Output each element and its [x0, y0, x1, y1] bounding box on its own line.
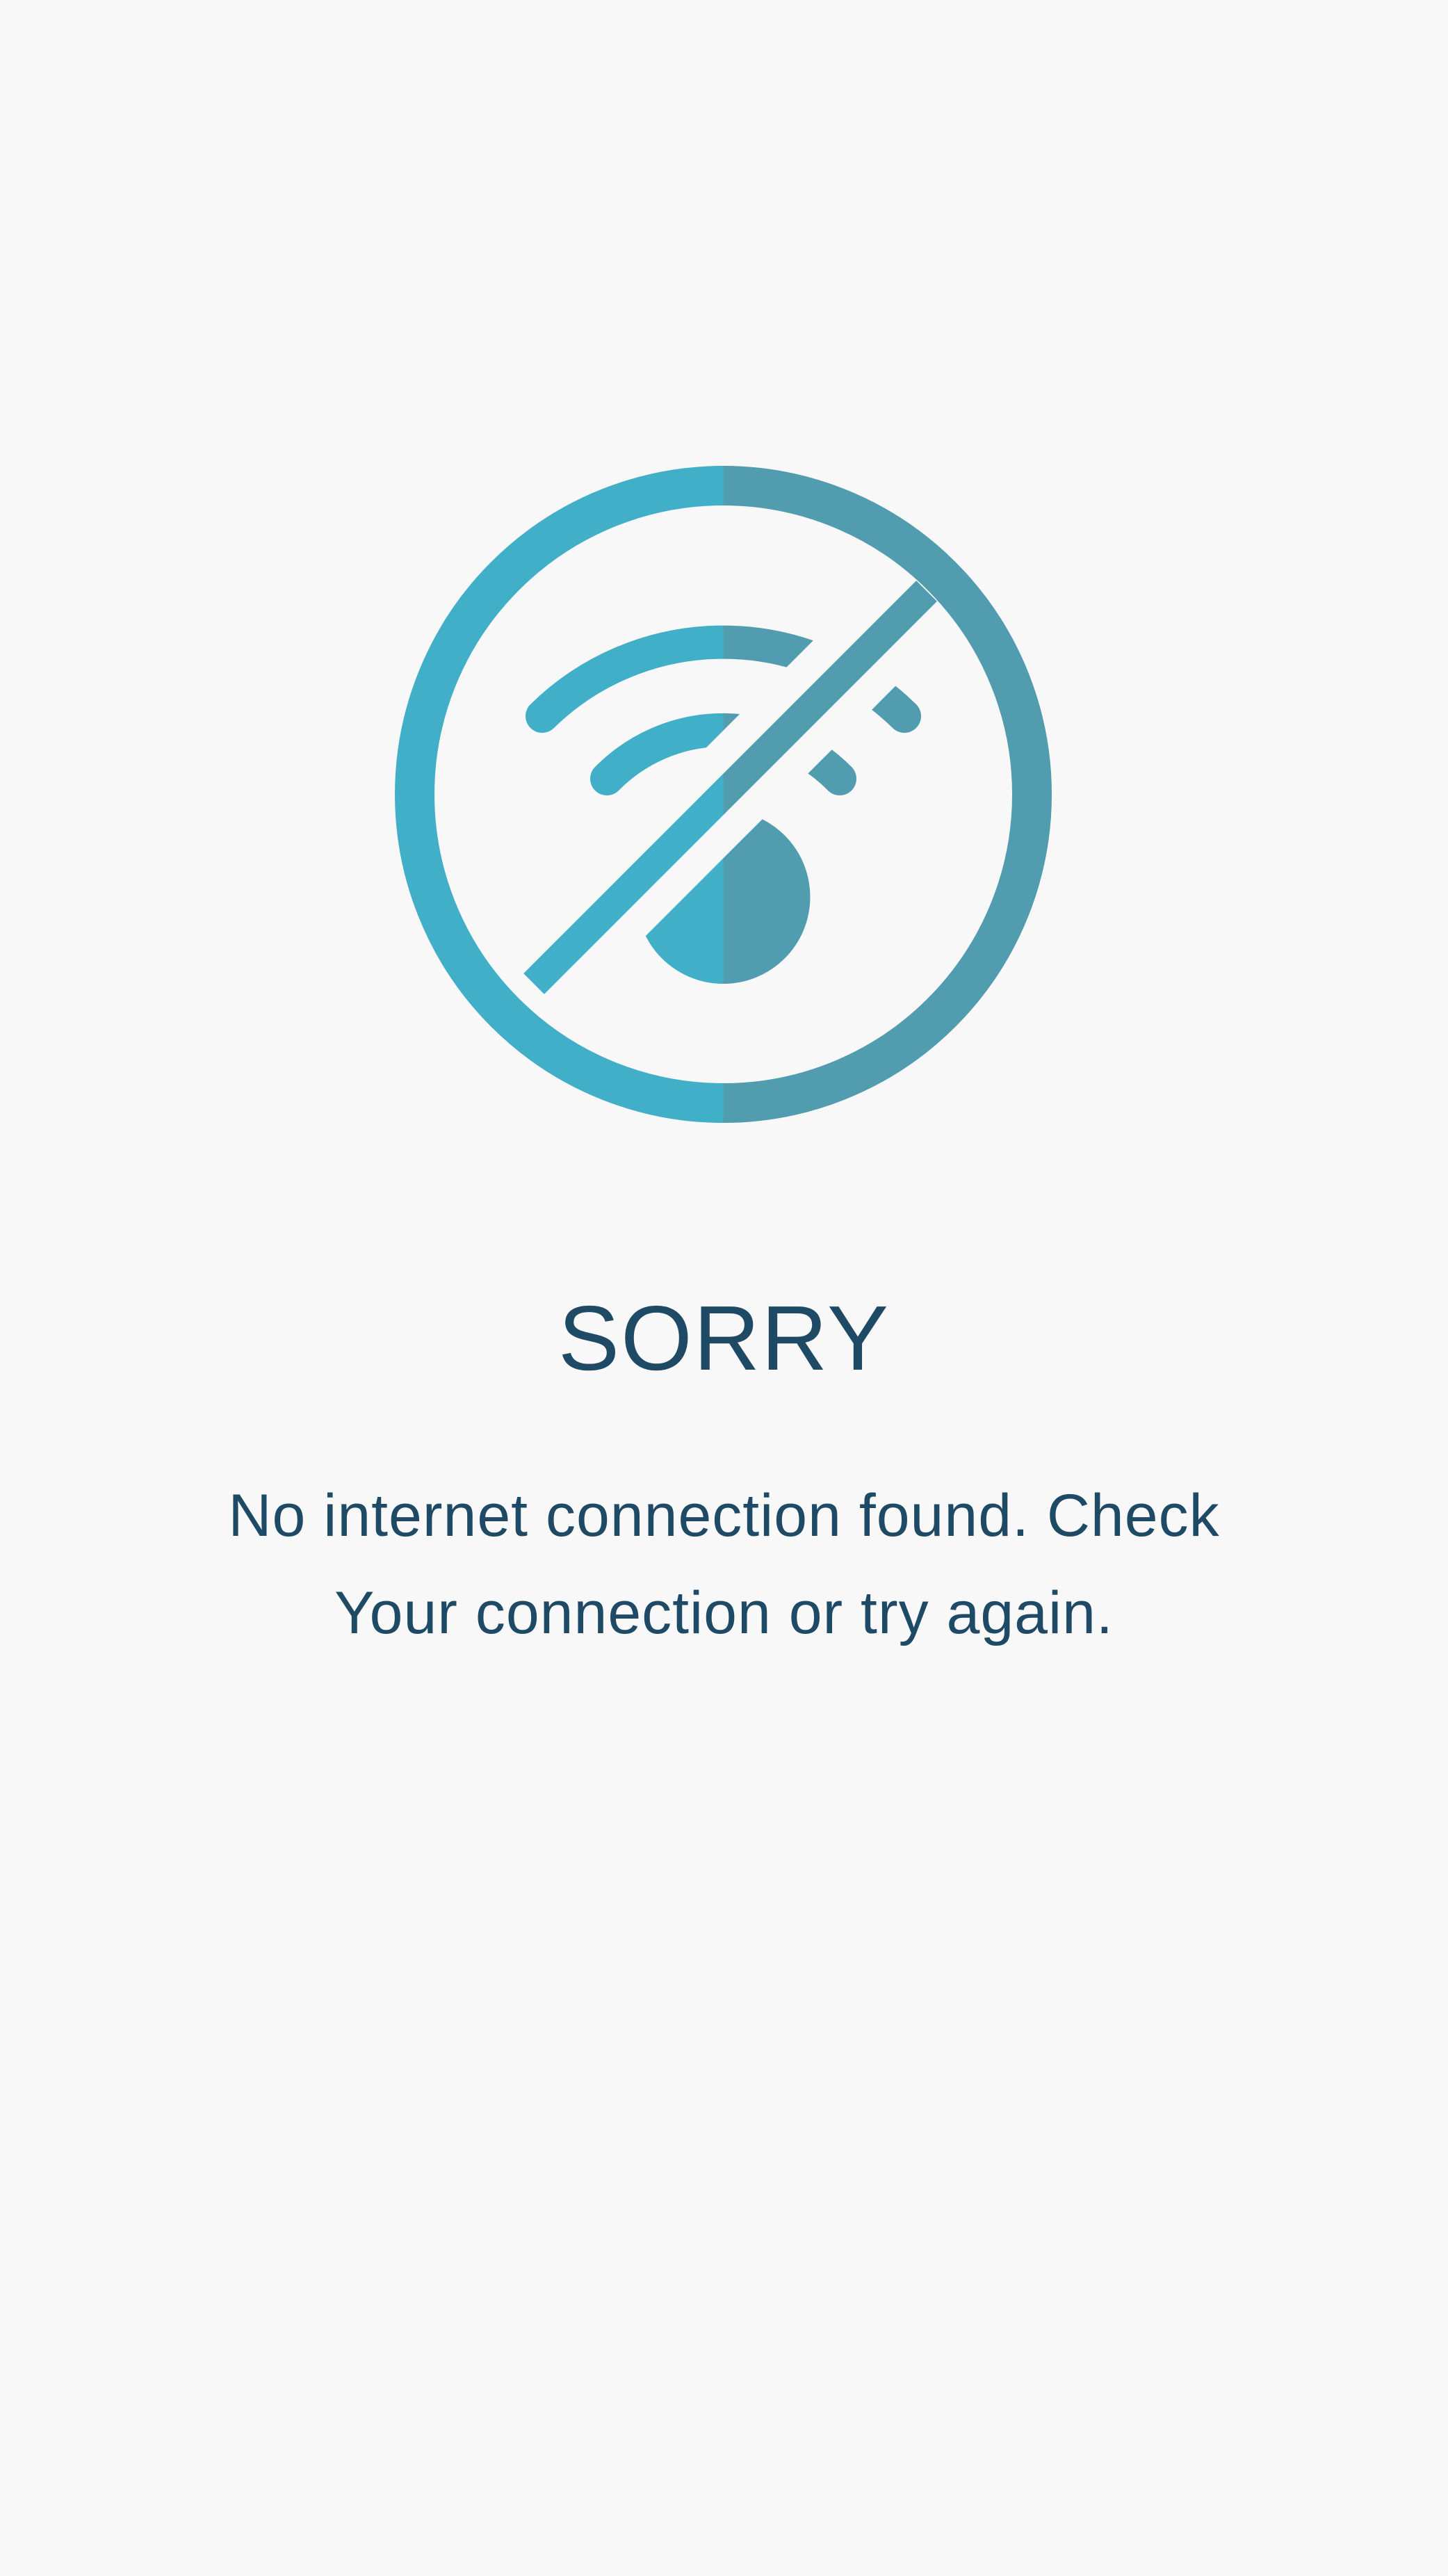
error-title: SORRY [558, 1287, 890, 1389]
error-message-line-1: No internet connection found. Check [228, 1482, 1220, 1549]
error-screen: SORRY No internet connection found. Chec… [0, 0, 1448, 2576]
wifi-off-icon [395, 466, 1052, 1123]
error-message: No internet connection found. Check Your… [174, 1467, 1274, 1662]
error-message-line-2: Your connection or try again. [334, 1580, 1114, 1646]
